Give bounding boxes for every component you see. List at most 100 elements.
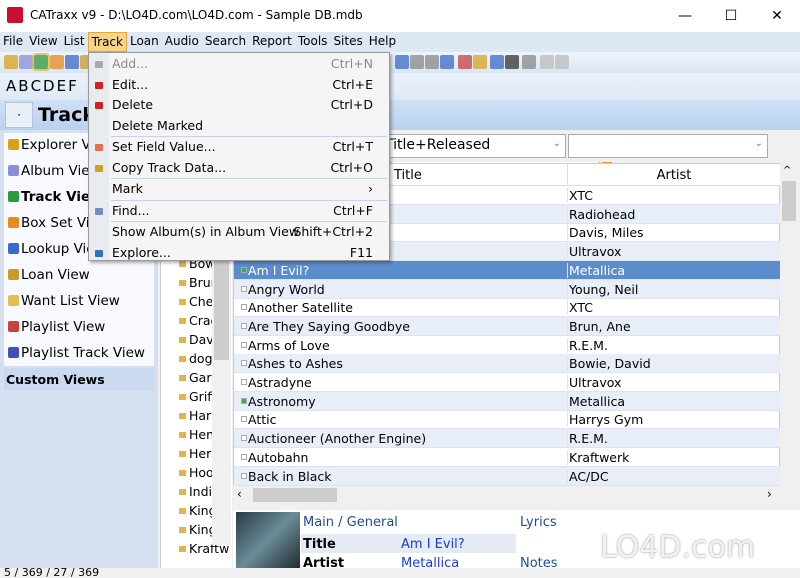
table-row[interactable]: Another Satellite XTC <box>234 298 780 318</box>
toolbar-button-icon[interactable] <box>440 55 454 69</box>
toolbar-button-icon[interactable] <box>19 55 33 69</box>
cell-artist: Young, Neil <box>567 281 639 297</box>
cell-artist: R.E.M. <box>567 337 608 353</box>
table-row[interactable]: Astronomy Metallica <box>234 391 780 411</box>
table-row[interactable]: Ashes to Ashes Bowie, David <box>234 354 780 374</box>
toolbar-button-icon[interactable] <box>65 55 79 69</box>
row-checkbox[interactable] <box>241 453 247 460</box>
sidebar-item-want-list-view[interactable]: Want List View <box>8 293 158 309</box>
table-row[interactable]: Angry World Young, Neil <box>234 279 780 299</box>
toolbar-button-icon[interactable] <box>490 55 504 69</box>
menu-item-explore[interactable]: Explore... F11 <box>111 243 387 263</box>
letter-filter-d[interactable]: D <box>43 77 55 95</box>
toolbar-button-icon[interactable] <box>32 53 50 71</box>
chevron-down-icon: ⌄ <box>754 138 763 149</box>
toolbar-button-icon[interactable] <box>395 55 409 69</box>
menu-item-copy-track-data[interactable]: Copy Track Data... Ctrl+O <box>111 158 387 178</box>
table-row[interactable]: Auctioneer (Another Engine) R.E.M. <box>234 429 780 449</box>
toolbar-button-icon[interactable] <box>425 55 439 69</box>
menu-item-find[interactable]: Find... Ctrl+F <box>111 201 387 221</box>
scroll-up-icon[interactable]: ^ <box>783 165 791 176</box>
grid-horizontal-scrollbar[interactable]: ‹ › <box>233 486 780 504</box>
h-scroll-thumb[interactable] <box>253 488 337 502</box>
table-row[interactable]: Back in Black AC/DC <box>234 466 780 486</box>
menu-view[interactable]: View <box>26 32 60 52</box>
sidebar-item-playlist-view[interactable]: Playlist View <box>8 319 158 335</box>
menu-item-shortcut: Ctrl+D <box>330 97 373 112</box>
minimize-button[interactable]: — <box>662 0 708 32</box>
letter-filter-e[interactable]: E <box>57 77 66 95</box>
maximize-button[interactable]: ☐ <box>708 0 754 32</box>
row-checkbox[interactable] <box>241 472 247 479</box>
menu-sites[interactable]: Sites <box>330 32 365 52</box>
table-row[interactable]: Arms of Love R.E.M. <box>234 336 780 355</box>
close-button[interactable]: ✕ <box>754 0 800 32</box>
menu-search[interactable]: Search <box>202 32 249 52</box>
row-checkbox[interactable] <box>241 360 247 367</box>
letter-filter-b[interactable]: B <box>18 77 28 95</box>
tree-scroll-thumb[interactable] <box>214 255 229 360</box>
toolbar-button-icon[interactable] <box>540 55 554 69</box>
toolbar-button-icon[interactable] <box>410 55 424 69</box>
menu-item-show-album-s-in-album-view[interactable]: Show Album(s) in Album View Shift+Ctrl+2 <box>111 222 387 242</box>
row-checkbox[interactable] <box>241 341 247 348</box>
table-row[interactable]: Am I Evil? Metallica <box>234 260 780 280</box>
custom-views-header[interactable]: Custom Views <box>4 368 154 390</box>
row-checkbox[interactable] <box>241 304 247 311</box>
grid-vertical-scrollbar[interactable]: ^ <box>780 163 798 485</box>
letter-filter-c[interactable]: C <box>31 77 41 95</box>
row-checkbox[interactable] <box>241 397 247 404</box>
cell-artist: Davis, Miles <box>567 225 644 241</box>
view-title: Track <box>38 104 95 126</box>
scroll-thumb[interactable] <box>782 181 796 221</box>
row-checkbox[interactable] <box>241 435 247 442</box>
letter-filter-f[interactable]: F <box>68 77 77 95</box>
menu-item-edit[interactable]: Edit... Ctrl+E <box>111 75 387 95</box>
sidebar-item-loan-view[interactable]: Loan View <box>8 267 158 283</box>
table-row[interactable]: Attic Harrys Gym <box>234 410 780 430</box>
menu-loan[interactable]: Loan <box>127 32 162 52</box>
menu-file[interactable]: File <box>0 32 26 52</box>
letter-filter-a[interactable]: A <box>6 77 16 95</box>
table-row[interactable]: Are They Saying Goodbye Brun, Ane <box>234 316 780 336</box>
section-lyrics[interactable]: Lyrics <box>520 515 557 530</box>
menu-audio[interactable]: Audio <box>162 32 202 52</box>
toolbar-button-icon[interactable] <box>458 55 472 69</box>
menu-help[interactable]: Help <box>366 32 399 52</box>
filter-combo[interactable]: ⌄ <box>568 134 768 158</box>
column-artist[interactable]: Artist <box>567 164 780 186</box>
row-checkbox[interactable] <box>241 266 247 273</box>
menu-list[interactable]: List <box>61 32 88 52</box>
field-value-title[interactable]: Am I Evil? <box>401 537 465 552</box>
table-row[interactable]: Autobahn Kraftwerk <box>234 448 780 467</box>
toolbar-button-icon[interactable] <box>555 55 569 69</box>
album-cover-image <box>236 512 300 568</box>
row-checkbox[interactable] <box>241 285 247 292</box>
toolbar-button-icon[interactable] <box>505 55 519 69</box>
sort-combo[interactable]: Title+Released ⌄ <box>380 134 566 158</box>
menu-report[interactable]: Report <box>249 32 295 52</box>
toolbar-button-icon[interactable] <box>4 55 18 69</box>
toolbar-button-icon[interactable] <box>522 55 536 69</box>
delete-icon <box>95 102 103 109</box>
scroll-right-icon[interactable]: › <box>767 487 772 501</box>
menu-item-delete-marked[interactable]: Delete Marked <box>111 116 387 136</box>
scroll-left-icon[interactable]: ‹ <box>237 487 242 501</box>
row-checkbox[interactable] <box>241 322 247 329</box>
row-checkbox[interactable] <box>241 379 247 385</box>
menu-item-delete[interactable]: Delete Ctrl+D <box>111 95 387 115</box>
column-title[interactable]: Title <box>394 168 422 183</box>
cell-title: Arms of Love <box>248 337 330 353</box>
section-main-general[interactable]: Main / General <box>303 515 398 530</box>
row-checkbox[interactable] <box>241 416 247 423</box>
toolbar-button-icon[interactable] <box>50 55 64 69</box>
menu-item-mark[interactable]: Mark › <box>111 179 387 199</box>
collapse-button[interactable]: · <box>5 102 33 128</box>
menu-tools[interactable]: Tools <box>295 32 331 52</box>
menu-track[interactable]: Track <box>87 32 127 52</box>
wantlist-icon <box>8 295 19 306</box>
menu-item-set-field-value[interactable]: Set Field Value... Ctrl+T <box>111 137 387 157</box>
sidebar-item-playlist-track-view[interactable]: Playlist Track View <box>8 345 158 361</box>
toolbar-button-icon[interactable] <box>473 55 487 69</box>
table-row[interactable]: Astradyne Ultravox <box>234 373 780 392</box>
